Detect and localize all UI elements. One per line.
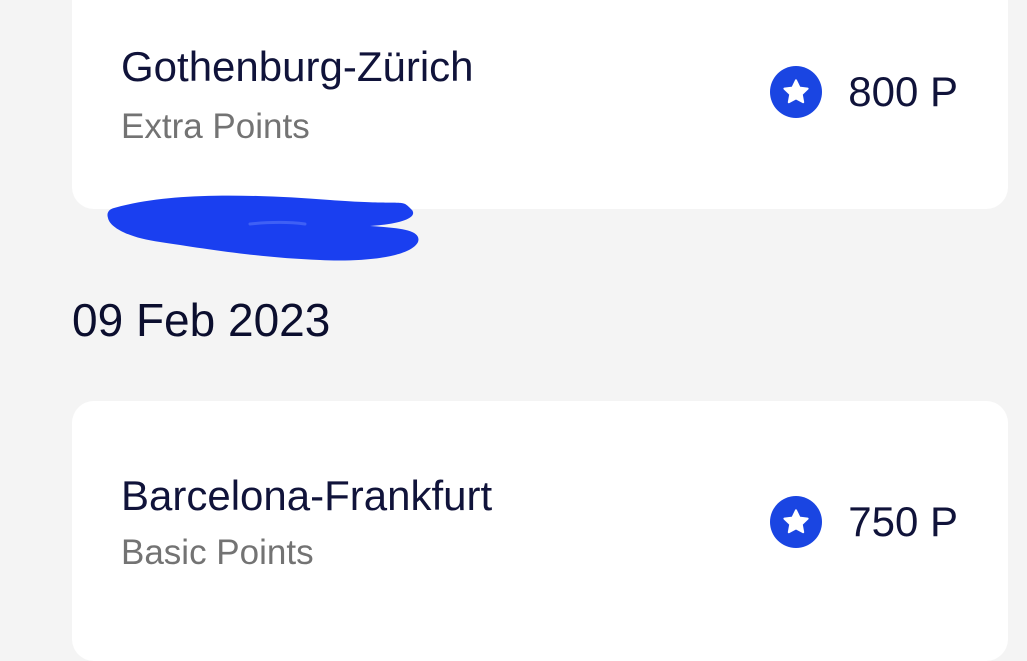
transaction-card[interactable]: Barcelona-Frankfurt Basic Points 750 P [72,401,1008,661]
transaction-route: Gothenburg-Zürich [121,43,474,90]
redaction-mark [107,195,419,261]
transaction-card[interactable]: Gothenburg-Zürich Extra Points 800 P [72,0,1008,209]
transaction-route: Barcelona-Frankfurt [121,472,493,519]
star-icon [770,496,823,548]
points-badge: 800 P [770,66,958,118]
transaction-type: Extra Points [121,107,310,146]
points-badge: 750 P [770,496,958,548]
date-group-heading: 09 Feb 2023 [72,294,331,346]
star-icon [770,66,823,118]
transaction-type: Basic Points [121,533,314,572]
points-amount: 800 P [848,68,958,115]
points-amount: 750 P [848,498,958,545]
